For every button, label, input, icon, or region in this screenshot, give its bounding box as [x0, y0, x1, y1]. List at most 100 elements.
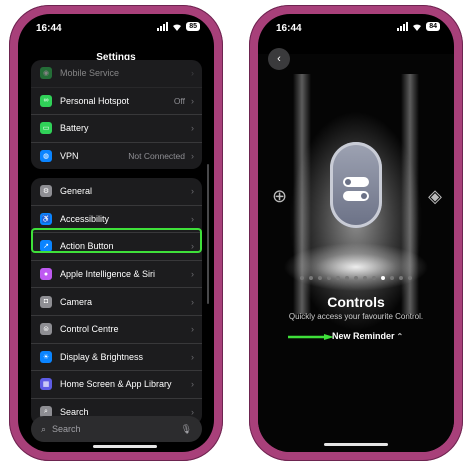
row-label: Camera: [60, 296, 93, 307]
chevron-right-icon: ›: [191, 296, 194, 307]
settings-row-apple-intelligence-siri[interactable]: ● Apple Intelligence & Siri ›: [31, 261, 202, 289]
camera-icon: ◘: [40, 295, 52, 308]
microphone-icon[interactable]: 🎙: [181, 424, 192, 435]
row-label: Apple Intelligence & Siri: [60, 269, 156, 280]
status-icons: 85: [157, 22, 200, 31]
status-time: 16:44: [36, 23, 62, 34]
page-dot[interactable]: [399, 276, 403, 280]
green-arrow-icon: [288, 334, 334, 340]
search-icon: ⌕: [41, 423, 47, 434]
status-time: 16:44: [276, 23, 302, 34]
siri-icon: ●: [40, 268, 52, 281]
toggle-icon-bottom: [343, 191, 369, 201]
right-phone-frame: 16:44 84 ‹ ⊕ ◈ Controls Quickly access y…: [249, 5, 463, 461]
page-dot[interactable]: [381, 276, 385, 280]
chevron-right-icon: ›: [191, 186, 194, 197]
brightness-icon: ☀: [40, 350, 52, 363]
home-indicator-left: [93, 445, 157, 448]
row-label: VPN: [60, 151, 79, 162]
signal-icon: [157, 22, 169, 31]
row-label: Personal Hotspot: [60, 95, 130, 106]
page-dot[interactable]: [408, 276, 412, 280]
search-bar[interactable]: ⌕ Search 🎙: [31, 416, 202, 442]
wifi-icon: [173, 23, 182, 31]
chevron-right-icon: ›: [191, 241, 194, 252]
row-label: Mobile Service: [60, 68, 120, 79]
home-indicator: [324, 443, 388, 446]
chevron-right-icon: ›: [191, 379, 194, 390]
toggle-icon-top: [343, 177, 369, 187]
row-label: Control Centre: [60, 324, 119, 335]
control-subtitle: Quickly access your favourite Control.: [288, 312, 424, 321]
page-dot[interactable]: [363, 276, 367, 280]
settings-row-action-button[interactable]: ↗ Action Button ›: [31, 233, 202, 261]
settings-row-accessibility[interactable]: ♿ Accessibility ›: [31, 206, 202, 234]
row-label: Action Button: [60, 241, 114, 252]
scrollbar[interactable]: [207, 164, 209, 304]
signal-icon: [397, 22, 409, 31]
status-bar: 16:44 84: [258, 14, 454, 42]
status-icons: 84: [397, 22, 440, 31]
chevron-right-icon: ›: [191, 269, 194, 280]
home-screen-icon: ▦: [40, 378, 52, 391]
page-dot[interactable]: [372, 276, 376, 280]
wifi-icon: [413, 23, 422, 31]
control-title: Controls: [327, 294, 385, 310]
battery-indicator: 84: [426, 22, 440, 31]
page-dot[interactable]: [336, 276, 340, 280]
row-label: Display & Brightness: [60, 351, 144, 362]
gear-icon: ⚙: [40, 185, 52, 198]
antenna-icon: ◉: [40, 67, 52, 80]
dynamic-island: [322, 20, 390, 38]
battery-icon: ▭: [40, 122, 52, 135]
settings-row-mobile-service[interactable]: ◉ Mobile Service ›: [31, 60, 202, 88]
page-dot[interactable]: [390, 276, 394, 280]
layers-icon[interactable]: ◈: [428, 186, 442, 207]
row-label: Battery: [60, 123, 89, 134]
chevron-right-icon: ›: [191, 213, 194, 224]
dynamic-island: [82, 20, 150, 38]
page-dots[interactable]: [258, 276, 454, 280]
control-selector[interactable]: New Reminder ⌃: [332, 331, 403, 341]
battery-indicator: 85: [186, 22, 200, 31]
page-dot[interactable]: [354, 276, 358, 280]
settings-row-personal-hotspot[interactable]: ∞ Personal Hotspot Off ›: [31, 88, 202, 116]
page-dot[interactable]: [300, 276, 304, 280]
row-label: Home Screen & App Library: [60, 379, 172, 390]
up-down-chevron-icon: ⌃: [396, 332, 404, 341]
row-value: Off: [173, 95, 185, 106]
accessibility-icon: ♿: [40, 212, 52, 225]
control-centre-icon: ⊜: [40, 323, 52, 336]
chevron-right-icon: ›: [191, 123, 194, 134]
chevron-right-icon: ›: [191, 324, 194, 335]
magnifier-icon[interactable]: ⊕: [272, 186, 287, 207]
chevron-right-icon: ›: [191, 351, 194, 362]
settings-group-general: ⚙ General › ♿ Accessibility › ↗ Action Button › ●…: [31, 178, 202, 426]
chevron-right-icon: ›: [191, 68, 194, 79]
chevron-right-icon: ›: [191, 95, 194, 106]
settings-row-control-centre[interactable]: ⊜ Control Centre ›: [31, 316, 202, 344]
settings-row-display-brightness[interactable]: ☀ Display & Brightness ›: [31, 344, 202, 372]
chevron-left-icon: ‹: [277, 53, 281, 65]
left-phone-frame: 16:44 85 Settings ◉ Mobile Service › ∞ Perso…: [9, 5, 223, 461]
action-button-screen: 16:44 84 ‹ ⊕ ◈ Controls Quickly access y…: [258, 14, 454, 452]
row-label: General: [60, 186, 93, 197]
settings-row-camera[interactable]: ◘ Camera ›: [31, 288, 202, 316]
status-bar: 16:44 85: [18, 14, 214, 42]
hotspot-icon: ∞: [40, 94, 52, 107]
page-dot[interactable]: [345, 276, 349, 280]
row-label: Accessibility: [60, 213, 110, 224]
settings-screen: 16:44 85 Settings ◉ Mobile Service › ∞ Perso…: [18, 14, 214, 452]
page-dot[interactable]: [318, 276, 322, 280]
settings-row-home-screen-app-library[interactable]: ▦ Home Screen & App Library ›: [31, 371, 202, 399]
row-value: Not Connected: [128, 151, 185, 162]
page-dot[interactable]: [327, 276, 331, 280]
settings-row-battery[interactable]: ▭ Battery ›: [31, 115, 202, 143]
page-dot[interactable]: [309, 276, 313, 280]
chevron-right-icon: ›: [191, 151, 194, 162]
settings-row-vpn[interactable]: ◍ VPN Not Connected ›: [31, 143, 202, 170]
settings-row-general[interactable]: ⚙ General ›: [31, 178, 202, 206]
globe-icon: ◍: [40, 150, 52, 163]
settings-group-connectivity: ◉ Mobile Service › ∞ Personal Hotspot Off › ▭ Ba…: [31, 60, 202, 170]
back-button[interactable]: ‹: [268, 48, 290, 70]
